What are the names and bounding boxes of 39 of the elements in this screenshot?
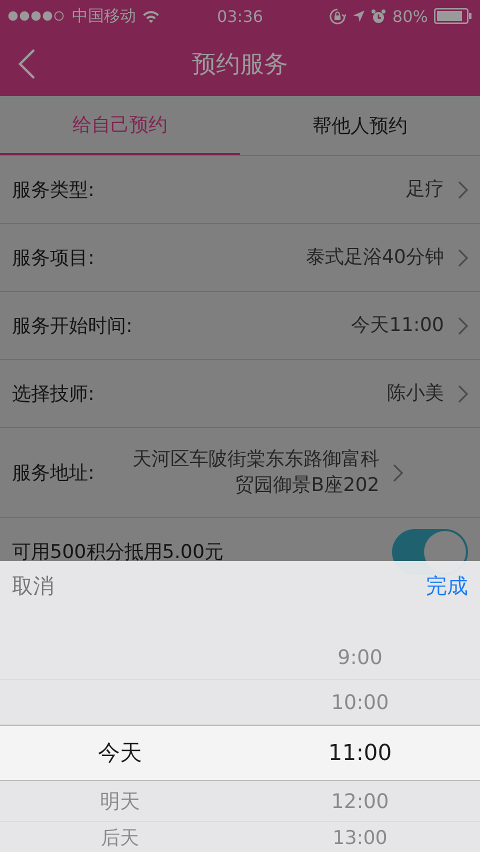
chevron-icon xyxy=(458,384,468,402)
chevron-icon xyxy=(458,248,468,266)
battery-icon xyxy=(434,8,472,24)
picker-day[interactable]: 今天 xyxy=(98,741,142,766)
picker-time[interactable]: 11:00 xyxy=(328,740,392,766)
done-button[interactable]: 完成 xyxy=(426,572,468,600)
picker-day[interactable]: 明天 xyxy=(100,788,140,812)
chevron-icon xyxy=(458,180,468,198)
picker-day[interactable]: 后天 xyxy=(101,827,139,849)
tab[interactable]: 给自己预约 xyxy=(0,96,240,155)
carrier-name: 中国移动 xyxy=(72,6,136,26)
picker-time[interactable]: 13:00 xyxy=(332,827,388,849)
field-value[interactable]: 天河区车陂街棠东东路御富科贸园御景B座202 xyxy=(104,446,380,498)
picker-time[interactable]: 9:00 xyxy=(338,645,382,669)
picker-time[interactable]: 12:00 xyxy=(331,789,389,813)
rotation-lock-icon xyxy=(329,8,346,24)
field-value[interactable]: 足疗 xyxy=(104,176,444,202)
chevron-icon xyxy=(393,464,404,482)
cancel-button[interactable]: 取消 xyxy=(12,572,54,600)
field-label: 选择技师: xyxy=(12,382,94,406)
battery-percent: 80% xyxy=(392,6,428,26)
field-value[interactable]: 今天11:00 xyxy=(142,312,444,338)
picker-time[interactable]: 10:00 xyxy=(331,690,389,714)
field-label: 服务项目: xyxy=(12,246,94,270)
field-value[interactable]: 泰式足浴40分钟 xyxy=(104,244,444,270)
signal-icon xyxy=(8,11,66,21)
field-label: 服务地址: xyxy=(12,460,94,486)
status-time: 03:36 xyxy=(216,6,264,26)
page-title: 预约服务 xyxy=(192,49,288,80)
alarm-icon xyxy=(371,8,386,24)
tab[interactable]: 帮他人预约 xyxy=(240,96,480,155)
wifi-icon xyxy=(142,10,160,22)
field-value[interactable]: 陈小美 xyxy=(104,380,444,406)
field-label: 服务开始时间: xyxy=(12,314,132,338)
back-icon[interactable] xyxy=(18,48,36,80)
field-label: 服务类型: xyxy=(12,178,94,202)
points-label: 可用500积分抵用5.00元 xyxy=(12,540,224,564)
chevron-icon xyxy=(458,316,468,334)
location-icon xyxy=(352,10,366,22)
